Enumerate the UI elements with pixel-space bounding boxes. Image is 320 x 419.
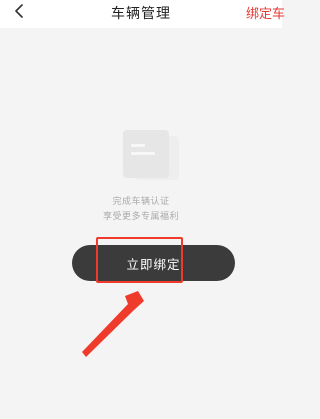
bind-now-label: 立即绑定 xyxy=(126,256,181,272)
document-icon xyxy=(121,130,183,182)
bind-now-button[interactable]: 立即绑定 xyxy=(72,245,235,281)
empty-state-title: 完成车辆认证 xyxy=(112,197,170,207)
page-title: 车辆管理 xyxy=(111,6,171,22)
empty-state-subtitle: 享受更多专属福利 xyxy=(102,212,179,222)
bind-vehicle-link[interactable]: 绑定车 xyxy=(246,3,285,22)
navbar: 车辆管理 绑定车 xyxy=(0,0,285,28)
